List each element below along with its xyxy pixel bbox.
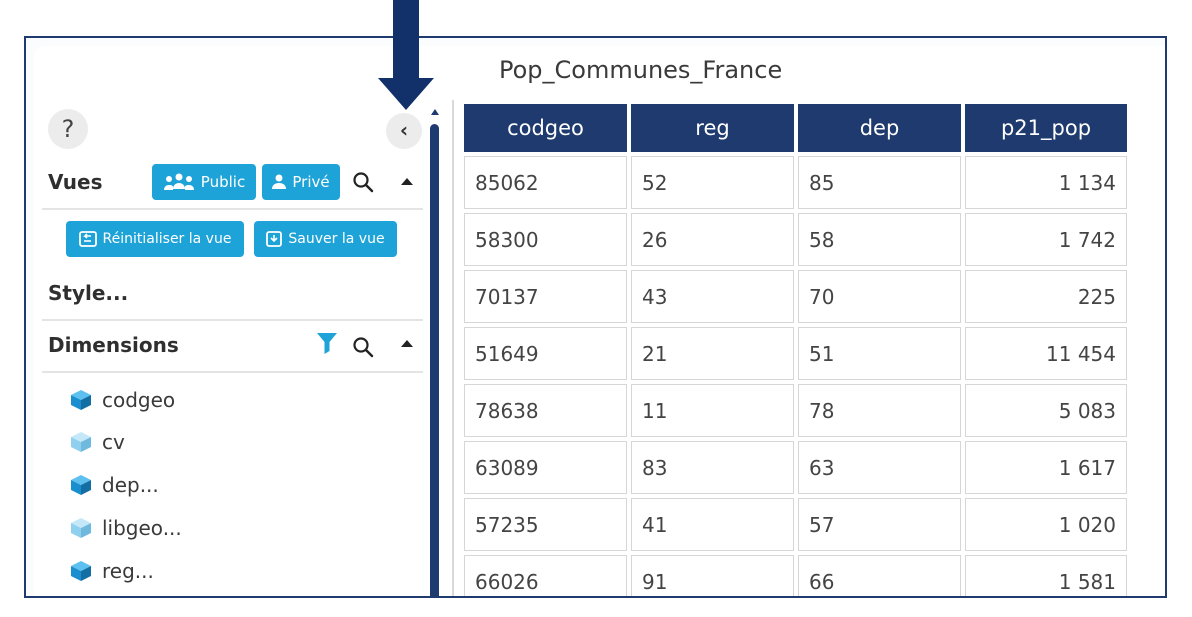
scrollbar-thumb[interactable] <box>430 124 439 596</box>
prive-label: Privé <box>292 173 330 191</box>
table-cell[interactable]: 1 581 <box>965 555 1127 596</box>
table-cell[interactable]: 66 <box>798 555 961 596</box>
cube-icon <box>71 390 91 410</box>
dimension-item[interactable]: dep... <box>70 470 159 500</box>
divider <box>42 371 423 373</box>
table-cell[interactable]: 51 <box>798 327 961 380</box>
dimension-item[interactable]: cv <box>70 427 125 457</box>
table-cell[interactable]: 1 617 <box>965 441 1127 494</box>
cube-icon <box>71 475 91 495</box>
annotation-arrow-icon <box>378 0 434 110</box>
collapse-vues-caret-icon[interactable] <box>401 178 413 185</box>
table-cell[interactable]: 58 <box>798 213 961 266</box>
table-cell[interactable]: 85 <box>798 156 961 209</box>
column-header-dep[interactable]: dep <box>798 104 961 152</box>
dimension-item[interactable]: reg... <box>70 556 154 586</box>
table-cell[interactable]: 21 <box>631 327 794 380</box>
dimension-label: cv <box>102 430 125 454</box>
vues-label: Vues <box>48 170 103 194</box>
table-cell[interactable]: 78638 <box>464 384 627 437</box>
cube-icon <box>71 518 91 538</box>
table-cell[interactable]: 91 <box>631 555 794 596</box>
public-label: Public <box>200 173 246 191</box>
dimension-label: dep... <box>102 473 159 497</box>
reset-view-label: Réinitialiser la vue <box>102 231 232 247</box>
reset-icon <box>78 231 97 247</box>
save-view-button[interactable]: Sauver la vue <box>254 221 397 257</box>
page-title: Pop_Communes_France <box>499 56 783 84</box>
divider <box>42 208 423 210</box>
table-cell[interactable]: 63089 <box>464 441 627 494</box>
table-cell[interactable]: 58300 <box>464 213 627 266</box>
table-cell[interactable]: 70 <box>798 270 961 323</box>
table-cell[interactable]: 57 <box>798 498 961 551</box>
table-cell[interactable]: 85062 <box>464 156 627 209</box>
help-button[interactable]: ? <box>48 109 88 149</box>
collapse-dimensions-caret-icon[interactable] <box>401 340 413 347</box>
search-icon[interactable] <box>352 171 374 193</box>
reset-view-button[interactable]: Réinitialiser la vue <box>66 221 244 257</box>
column-header-codgeo[interactable]: codgeo <box>464 104 627 152</box>
column-header-p21_pop[interactable]: p21_pop <box>965 104 1127 152</box>
panel-divider <box>452 100 454 596</box>
table-cell[interactable]: 66026 <box>464 555 627 596</box>
table-cell[interactable]: 78 <box>798 384 961 437</box>
dimension-label: codgeo <box>102 388 176 412</box>
table-cell[interactable]: 1 742 <box>965 213 1127 266</box>
table-cell[interactable]: 83 <box>631 441 794 494</box>
dimension-item[interactable]: codgeo <box>70 385 175 415</box>
dimensions-label: Dimensions <box>48 333 179 357</box>
table-cell[interactable]: 26 <box>631 213 794 266</box>
table-cell[interactable]: 63 <box>798 441 961 494</box>
table-cell[interactable]: 43 <box>631 270 794 323</box>
table-cell[interactable]: 5 083 <box>965 384 1127 437</box>
divider <box>42 319 423 321</box>
table-cell[interactable]: 1 134 <box>965 156 1127 209</box>
search-icon[interactable] <box>352 336 374 358</box>
app-window: Pop_Communes_France ? ‹ Vues Public Priv… <box>24 36 1167 598</box>
table-cell[interactable]: 57235 <box>464 498 627 551</box>
cube-icon <box>71 561 91 581</box>
table-cell[interactable]: 11 454 <box>965 327 1127 380</box>
filter-icon[interactable] <box>316 331 338 355</box>
table-cell[interactable]: 41 <box>631 498 794 551</box>
save-view-label: Sauver la vue <box>288 231 385 247</box>
style-section[interactable]: Style... <box>48 281 128 305</box>
table-cell[interactable]: 1 020 <box>965 498 1127 551</box>
dimension-label: libgeo... <box>102 516 182 540</box>
prive-button[interactable]: Privé <box>262 164 340 200</box>
user-icon <box>272 174 287 189</box>
table-cell[interactable]: 11 <box>631 384 794 437</box>
dimension-item[interactable]: libgeo... <box>70 513 182 543</box>
table-cell[interactable]: 52 <box>631 156 794 209</box>
table-cell[interactable]: 225 <box>965 270 1127 323</box>
dimension-label: reg... <box>102 559 154 583</box>
table-cell[interactable]: 51649 <box>464 327 627 380</box>
column-header-reg[interactable]: reg <box>631 104 794 152</box>
table-cell[interactable]: 70137 <box>464 270 627 323</box>
public-button[interactable]: Public <box>152 164 256 200</box>
collapse-sidebar-button[interactable]: ‹ <box>386 113 422 149</box>
users-icon <box>163 173 194 190</box>
save-icon <box>266 231 283 247</box>
cube-icon <box>71 432 91 452</box>
